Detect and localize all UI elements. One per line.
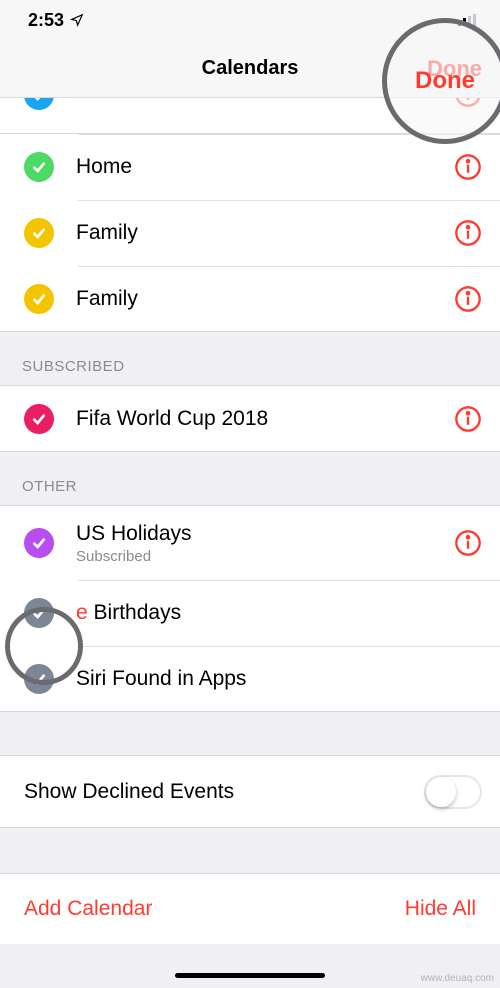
hide-all-button[interactable]: Hide All <box>405 897 476 921</box>
checkmark-icon <box>24 218 54 248</box>
calendar-label: US Holidays <box>76 522 454 546</box>
calendar-row[interactable]: Fifa World Cup 2018 <box>0 386 500 452</box>
show-declined-label: Show Declined Events <box>24 780 234 804</box>
checkmark-icon <box>24 528 54 558</box>
section-header-other: OTHER <box>0 452 500 506</box>
calendar-label: Fifa World Cup 2018 <box>76 407 454 431</box>
calendar-row[interactable]: US Holidays Subscribed <box>0 506 500 580</box>
checkmark-icon <box>24 284 54 314</box>
info-icon[interactable] <box>454 405 482 433</box>
calendar-list: Calendar Home Family Family SUBSCRIBED F… <box>0 98 500 944</box>
calendar-label: Home <box>76 155 454 179</box>
status-time: 2:53 <box>28 10 64 31</box>
calendar-row[interactable]: Home <box>0 134 500 200</box>
calendar-row[interactable]: Family <box>0 200 500 266</box>
location-icon <box>70 13 84 27</box>
calendar-label: Calendar <box>76 98 454 100</box>
add-calendar-button[interactable]: Add Calendar <box>24 897 152 921</box>
calendar-row[interactable]: Calendar <box>0 98 500 134</box>
calendar-label: Family <box>76 221 454 245</box>
section-header-subscribed: SUBSCRIBED <box>0 332 500 386</box>
nav-bar: Calendars Done <box>0 40 500 98</box>
info-icon[interactable] <box>454 529 482 557</box>
checkmark-icon <box>24 98 54 110</box>
home-indicator[interactable] <box>175 973 325 978</box>
nav-title: Calendars <box>202 57 299 80</box>
calendar-label: e Birthdays <box>76 601 482 625</box>
checkmark-icon <box>24 152 54 182</box>
checkmark-icon <box>24 664 54 694</box>
info-icon[interactable] <box>454 153 482 181</box>
show-declined-switch[interactable] <box>424 775 482 809</box>
calendar-label: Family <box>76 287 454 311</box>
info-icon[interactable] <box>454 219 482 247</box>
info-icon[interactable] <box>454 285 482 313</box>
calendar-label: Siri Found in Apps <box>76 667 482 691</box>
checkmark-icon <box>24 404 54 434</box>
spacer <box>0 712 500 756</box>
calendar-row-birthdays[interactable]: e Birthdays <box>0 580 500 646</box>
watermark: www.deuaq.com <box>421 973 494 984</box>
done-button[interactable]: Done <box>427 56 482 82</box>
spacer <box>0 828 500 874</box>
switch-knob <box>426 777 456 807</box>
footer: Add Calendar Hide All <box>0 874 500 944</box>
signal-icon <box>458 14 478 26</box>
checkmark-icon <box>24 598 54 628</box>
calendar-row[interactable]: Family <box>0 266 500 332</box>
status-bar: 2:53 <box>0 0 500 40</box>
status-right <box>458 14 478 26</box>
calendar-sublabel: Subscribed <box>76 548 454 565</box>
show-declined-row: Show Declined Events <box>0 756 500 828</box>
calendar-row[interactable]: Siri Found in Apps <box>0 646 500 712</box>
info-icon[interactable] <box>454 98 482 108</box>
status-time-group: 2:53 <box>28 10 84 31</box>
